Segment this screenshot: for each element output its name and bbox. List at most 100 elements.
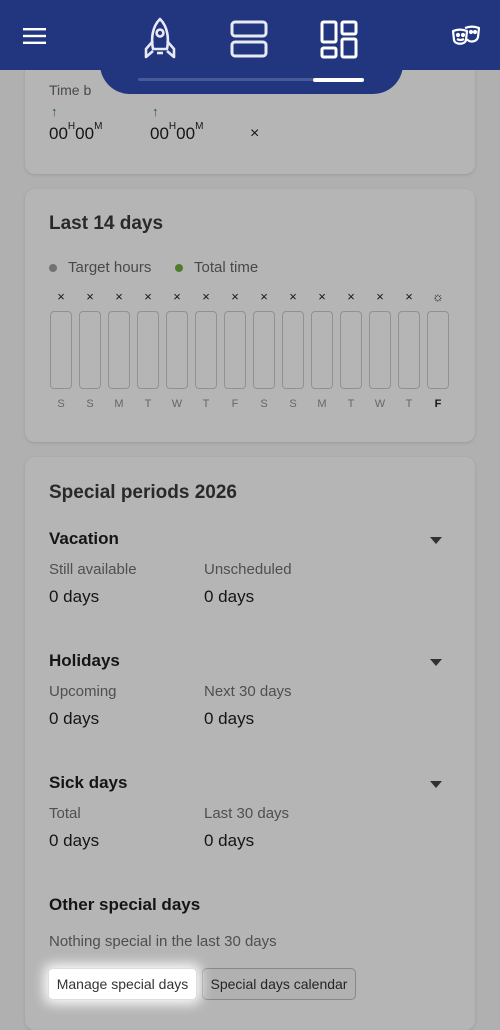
rocket-icon[interactable] xyxy=(140,16,180,62)
vacation-still-available-value: 0 days xyxy=(49,587,100,606)
holidays-next-30-label: Next 30 days xyxy=(204,683,292,700)
chevron-down-icon[interactable] xyxy=(430,781,442,788)
hamburger-icon[interactable] xyxy=(22,24,48,48)
day-bar xyxy=(369,311,391,389)
vacation-title: Vacation xyxy=(49,529,119,548)
hours-value: 00 xyxy=(49,124,68,143)
target-hours-dot xyxy=(49,263,57,272)
day-column[interactable]: × W xyxy=(165,289,189,410)
day-column[interactable]: × T xyxy=(136,289,160,410)
special-periods-title: Special periods 2026 xyxy=(49,482,237,503)
holidays-title: Holidays xyxy=(49,651,120,670)
sick-days-title: Sick days xyxy=(49,773,128,792)
legend-label: Total time xyxy=(194,259,259,276)
minutes-unit: M xyxy=(94,121,103,133)
day-letter: M xyxy=(317,398,327,410)
legend-total-time: Total time xyxy=(175,259,258,276)
close-icon[interactable]: × xyxy=(250,125,259,143)
day-bar xyxy=(427,311,449,389)
day-bar xyxy=(137,311,159,389)
day-column[interactable]: × T xyxy=(194,289,218,410)
arrow-up-icon: ↑ xyxy=(152,104,159,119)
day-column[interactable]: × S xyxy=(49,289,73,410)
sick-total-label: Total xyxy=(49,805,81,822)
day-bar xyxy=(224,311,246,389)
last-14-days-title: Last 14 days xyxy=(49,213,164,234)
minutes-value: 00 xyxy=(75,124,95,143)
day-letter: T xyxy=(202,398,210,410)
close-icon: × xyxy=(260,289,268,304)
close-icon: × xyxy=(115,289,123,304)
day-letter: S xyxy=(289,398,297,410)
vacation-unscheduled-label: Unscheduled xyxy=(204,561,292,578)
last-14-days-card: Last 14 days Target hours Total time × S ×… xyxy=(25,189,475,442)
day-letter: T xyxy=(405,398,413,410)
day-letter: M xyxy=(114,398,124,410)
chevron-down-icon[interactable] xyxy=(430,659,442,666)
sick-last-30-label: Last 30 days xyxy=(204,805,290,822)
day-column[interactable]: × W xyxy=(368,289,392,410)
close-icon: × xyxy=(231,289,239,304)
day-letter: F xyxy=(434,398,442,410)
other-special-days-note: Nothing special in the last 30 days xyxy=(49,933,277,950)
day-column[interactable]: × S xyxy=(252,289,276,410)
day-letter: T xyxy=(144,398,152,410)
vacation-unscheduled-value: 0 days xyxy=(204,587,255,606)
day-letter: S xyxy=(260,398,268,410)
close-icon: × xyxy=(86,289,94,304)
two-rows-icon[interactable] xyxy=(228,18,270,60)
sick-last-30-value: 0 days xyxy=(204,831,255,850)
minutes-unit: M xyxy=(195,121,204,133)
day-bar xyxy=(340,311,362,389)
close-icon: × xyxy=(405,289,413,304)
close-icon: × xyxy=(202,289,210,304)
total-time-dot xyxy=(175,263,183,272)
day-column[interactable]: × M xyxy=(310,289,334,410)
day-bar xyxy=(195,311,217,389)
day-bar xyxy=(79,311,101,389)
special-days-calendar-button[interactable]: Special days calendar xyxy=(202,968,356,1000)
day-column[interactable]: × S xyxy=(78,289,102,410)
close-icon: × xyxy=(318,289,326,304)
day-bar xyxy=(398,311,420,389)
day-bar xyxy=(108,311,130,389)
manage-special-days-button[interactable]: Manage special days xyxy=(48,968,197,1000)
day-letter: W xyxy=(171,398,183,410)
day-letter: F xyxy=(231,398,239,410)
holidays-next-30-value: 0 days xyxy=(204,709,255,728)
day-letter: T xyxy=(347,398,355,410)
day-column[interactable]: × F xyxy=(223,289,247,410)
other-special-days-title: Other special days xyxy=(49,895,201,914)
day-column[interactable]: × M xyxy=(107,289,131,410)
day-column[interactable]: × T xyxy=(397,289,421,410)
hours-unit: H xyxy=(67,121,76,133)
legend-target-hours: Target hours xyxy=(49,259,151,276)
close-icon: × xyxy=(173,289,181,304)
legend-label: Target hours xyxy=(68,259,152,276)
arrow-up-icon: ↑ xyxy=(51,104,58,119)
holidays-upcoming-value: 0 days xyxy=(49,709,100,728)
day-column[interactable]: × T xyxy=(339,289,363,410)
page: Time b ↑ 00H00M ↑ 00H00M × Last 14 days … xyxy=(0,0,500,1030)
day-column[interactable]: ☼ F xyxy=(426,289,450,410)
chevron-down-icon[interactable] xyxy=(430,537,442,544)
day-bar xyxy=(166,311,188,389)
time-card-label: Time b xyxy=(49,82,92,98)
tab-indicator xyxy=(313,78,364,82)
dashboard-icon[interactable] xyxy=(318,18,360,60)
close-icon: × xyxy=(57,289,65,304)
sick-total-value: 0 days xyxy=(49,831,100,850)
close-icon: × xyxy=(144,289,152,304)
close-icon: × xyxy=(376,289,384,304)
day-column[interactable]: × S xyxy=(281,289,305,410)
minutes-value: 00 xyxy=(176,124,196,143)
hours-value: 00 xyxy=(150,124,169,143)
close-icon: × xyxy=(347,289,355,304)
day-bar xyxy=(253,311,275,389)
time-value-2: 00H00M xyxy=(150,121,204,144)
day-bar xyxy=(50,311,72,389)
time-value-1: 00H00M xyxy=(49,121,103,144)
holidays-upcoming-label: Upcoming xyxy=(49,683,117,700)
hours-unit: H xyxy=(168,121,177,133)
theater-masks-icon[interactable] xyxy=(450,24,482,52)
